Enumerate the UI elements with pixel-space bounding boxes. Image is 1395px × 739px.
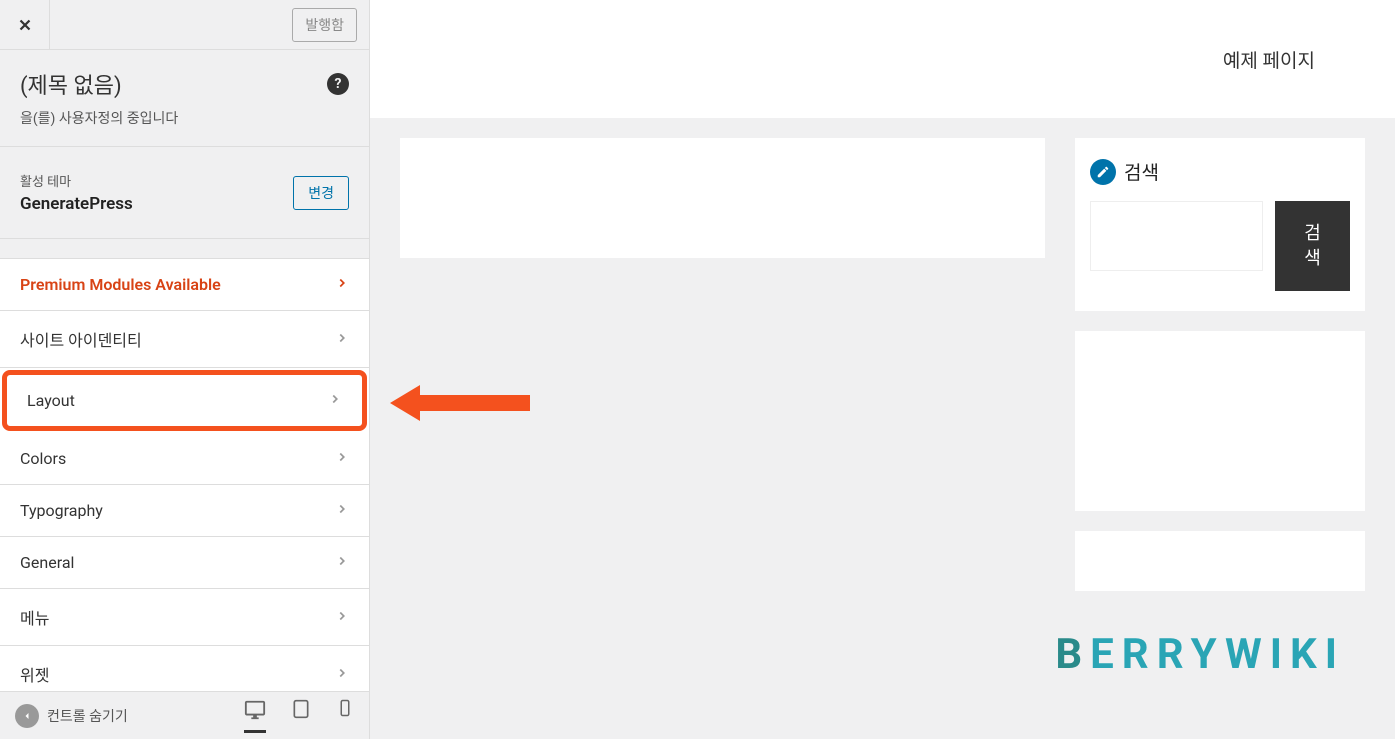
preview-area: 예제 페이지 검색 검 색 BERRYWIKI: [370, 0, 1395, 739]
help-icon[interactable]: ?: [327, 73, 349, 95]
menu-item-label: Typography: [20, 501, 103, 520]
active-theme-section: 활성 테마 GeneratePress 변경: [0, 147, 369, 239]
chevron-right-icon: [335, 449, 349, 468]
section-spacer: [0, 239, 369, 259]
chevron-right-icon: [335, 665, 349, 684]
menu-item-typography[interactable]: Typography: [0, 485, 369, 537]
search-widget-title: 검색: [1124, 158, 1159, 185]
preview-site-header: 예제 페이지: [370, 0, 1395, 118]
change-theme-button[interactable]: 변경: [293, 176, 349, 210]
active-theme-label: 활성 테마: [20, 171, 133, 190]
customizer-menu-list: Premium Modules Available 사이트 아이덴티티 Layo…: [0, 259, 369, 691]
search-submit-button[interactable]: 검 색: [1275, 201, 1350, 291]
menu-item-label: Premium Modules Available: [20, 275, 221, 294]
tablet-icon: [291, 699, 311, 719]
menu-item-label: Layout: [27, 391, 75, 410]
device-tablet-button[interactable]: [291, 699, 311, 733]
device-desktop-button[interactable]: [244, 699, 266, 733]
desktop-icon: [244, 699, 266, 721]
chevron-right-icon: [328, 391, 342, 410]
hide-controls-button[interactable]: 컨트롤 숨기기: [15, 704, 128, 728]
preview-main-column: [400, 138, 1045, 591]
customizer-body: (제목 없음) ? 을(를) 사용자정의 중입니다 활성 테마 Generate…: [0, 50, 369, 691]
customizer-info-section: (제목 없음) ? 을(를) 사용자정의 중입니다: [0, 50, 369, 147]
close-button[interactable]: [0, 0, 50, 50]
search-input[interactable]: [1090, 201, 1263, 271]
menu-item-label: General: [20, 553, 74, 572]
search-widget: 검색 검 색: [1075, 138, 1365, 311]
customizer-header: 발행함: [0, 0, 369, 50]
menu-item-layout[interactable]: Layout: [2, 370, 367, 431]
chevron-right-icon: [335, 553, 349, 572]
collapse-icon: [15, 704, 39, 728]
search-form: 검 색: [1090, 201, 1350, 291]
hide-controls-label: 컨트롤 숨기기: [47, 706, 128, 726]
edit-widget-button[interactable]: [1090, 159, 1116, 185]
menu-item-label: 사이트 아이덴티티: [20, 327, 142, 351]
preview-sidebar-column: 검색 검 색: [1075, 138, 1365, 591]
chevron-right-icon: [335, 275, 349, 294]
watermark-text: BERRYWIKI: [1055, 630, 1345, 679]
menu-item-label: 메뉴: [20, 605, 49, 629]
menu-item-general[interactable]: General: [0, 537, 369, 589]
preview-widget-placeholder: [1075, 531, 1365, 591]
active-theme-name: GeneratePress: [20, 194, 133, 214]
customizer-sidebar: 발행함 (제목 없음) ? 을(를) 사용자정의 중입니다 활성 테마 Gene…: [0, 0, 370, 739]
chevron-right-icon: [335, 330, 349, 349]
menu-item-colors[interactable]: Colors: [0, 433, 369, 485]
preview-site-content: 검색 검 색: [370, 118, 1395, 611]
page-title: (제목 없음): [20, 68, 122, 100]
menu-item-site-identity[interactable]: 사이트 아이덴티티: [0, 311, 369, 368]
preview-nav-link[interactable]: 예제 페이지: [1203, 36, 1335, 83]
close-icon: [16, 16, 34, 34]
menu-item-label: Colors: [20, 449, 66, 468]
menu-item-widgets[interactable]: 위젯: [0, 646, 369, 691]
customizing-subtitle: 을(를) 사용자정의 중입니다: [20, 108, 349, 128]
pencil-icon: [1096, 165, 1110, 179]
menu-item-label: 위젯: [20, 662, 49, 686]
device-preview-toggles: [244, 699, 354, 733]
menu-item-premium-modules[interactable]: Premium Modules Available: [0, 259, 369, 311]
preview-content-block: [400, 138, 1045, 258]
device-mobile-button[interactable]: [336, 699, 354, 733]
mobile-icon: [336, 699, 354, 717]
preview-widget-placeholder: [1075, 331, 1365, 511]
publish-button[interactable]: 발행함: [292, 8, 357, 42]
customizer-footer: 컨트롤 숨기기: [0, 691, 369, 739]
chevron-right-icon: [335, 608, 349, 627]
menu-item-menus[interactable]: 메뉴: [0, 589, 369, 646]
chevron-right-icon: [335, 501, 349, 520]
